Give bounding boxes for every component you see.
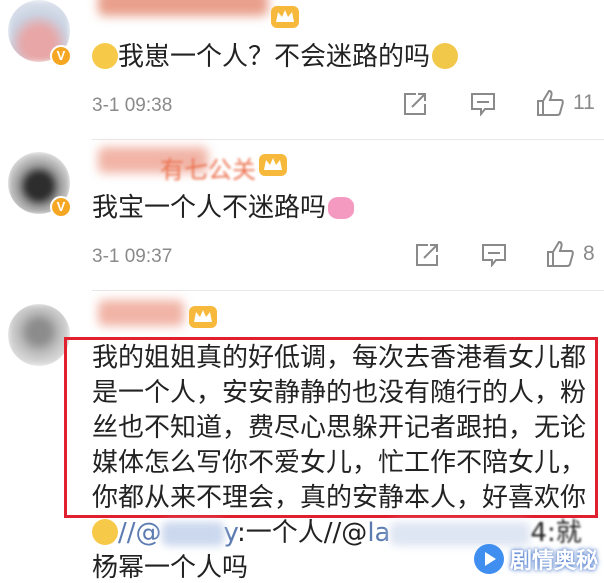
mention-link[interactable]: //@ y (118, 518, 237, 548)
highlight-box (64, 337, 598, 518)
username-redacted[interactable] (98, 300, 184, 326)
crown-icon (189, 306, 217, 328)
repost-chain-line-2: 杨幂一个人吗 (92, 553, 249, 583)
mention-redacted (161, 521, 224, 546)
comment-3: 我的姐姐真的好低调，每次去香港看女儿都 是一个人，安安静静的也没有随行的人，粉 … (0, 0, 604, 583)
mention-redacted (390, 521, 531, 546)
watermark-logo-icon (473, 544, 504, 574)
emoji-icon (92, 519, 118, 545)
watermark: 剧情奥秘 (473, 543, 598, 575)
watermark-text: 剧情奥秘 (509, 549, 598, 574)
avatar[interactable] (8, 304, 70, 366)
